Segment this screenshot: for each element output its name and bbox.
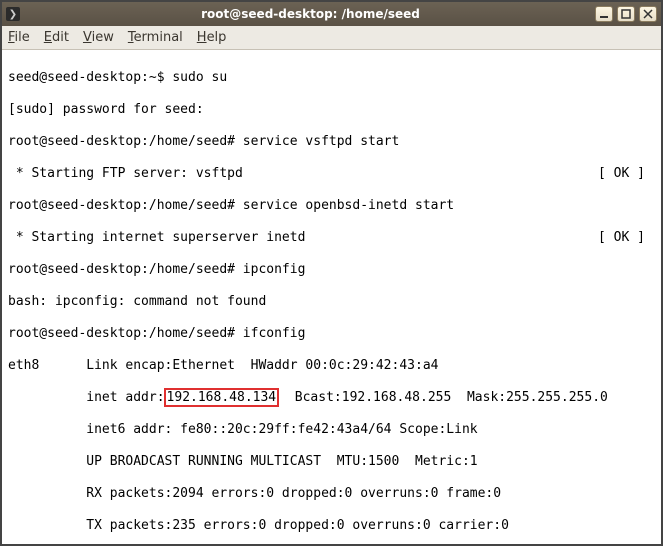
menu-edit[interactable]: Edit xyxy=(44,30,69,45)
terminal-line: inet6 addr: fe80::20c:29ff:fe42:43a4/64 … xyxy=(8,422,478,437)
maximize-button[interactable] xyxy=(617,6,635,22)
window-title: root@seed-desktop: /home/seed xyxy=(26,7,595,21)
terminal-line: UP BROADCAST RUNNING MULTICAST MTU:1500 … xyxy=(8,454,478,469)
menu-terminal-rest: erminal xyxy=(134,30,183,45)
maximize-icon xyxy=(621,9,631,19)
menu-help-rest: elp xyxy=(207,30,227,45)
terminal-window: ❯ root@seed-desktop: /home/seed File Edi… xyxy=(0,0,663,546)
close-button[interactable] xyxy=(639,6,657,22)
terminal-line: root@seed-desktop:/home/seed# service vs… xyxy=(8,134,399,149)
terminal-line: root@seed-desktop:/home/seed# service op… xyxy=(8,198,454,213)
terminal-line: [sudo] password for seed: xyxy=(8,102,204,117)
menu-view[interactable]: View xyxy=(83,30,114,45)
terminal-line: root@seed-desktop:/home/seed# ipconfig xyxy=(8,262,305,277)
menu-file[interactable]: File xyxy=(8,30,30,45)
terminal-line: * Starting internet superserver inetd xyxy=(8,230,305,245)
close-icon xyxy=(643,9,653,19)
terminal-line: bash: ipconfig: command not found xyxy=(8,294,266,309)
window-controls xyxy=(595,6,657,22)
status-ok: [ OK ] xyxy=(598,166,645,182)
status-ok: [ OK ] xyxy=(598,230,645,246)
menu-help[interactable]: Help xyxy=(197,30,227,45)
terminal-line: eth8 Link encap:Ethernet HWaddr 00:0c:29… xyxy=(8,358,438,373)
window-icon: ❯ xyxy=(6,7,26,21)
menu-terminal[interactable]: Terminal xyxy=(128,30,183,45)
terminal-line: root@seed-desktop:/home/seed# ifconfig xyxy=(8,326,305,341)
minimize-icon xyxy=(599,9,609,19)
menu-file-rest: ile xyxy=(15,30,30,45)
terminal-icon: ❯ xyxy=(6,7,20,21)
terminal-line: RX packets:2094 errors:0 dropped:0 overr… xyxy=(8,486,501,501)
minimize-button[interactable] xyxy=(595,6,613,22)
terminal-line: seed@seed-desktop:~$ sudo su xyxy=(8,70,227,85)
highlighted-ip: 192.168.48.134 xyxy=(164,388,280,407)
menu-view-rest: iew xyxy=(92,30,114,45)
terminal-output[interactable]: seed@seed-desktop:~$ sudo su [sudo] pass… xyxy=(2,50,661,544)
terminal-line: TX packets:235 errors:0 dropped:0 overru… xyxy=(8,518,509,533)
terminal-line: inet addr: xyxy=(8,390,165,405)
titlebar: ❯ root@seed-desktop: /home/seed xyxy=(2,2,661,26)
terminal-line: Bcast:192.168.48.255 Mask:255.255.255.0 xyxy=(279,390,608,405)
menu-edit-rest: dit xyxy=(52,30,69,45)
menubar: File Edit View Terminal Help xyxy=(2,26,661,50)
terminal-line: * Starting FTP server: vsftpd xyxy=(8,166,243,181)
